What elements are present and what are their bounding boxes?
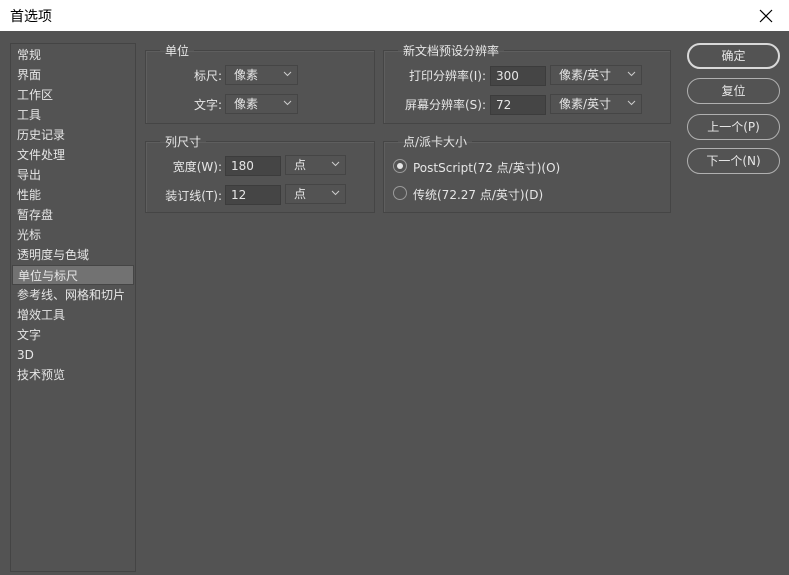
sidebar-item-general[interactable]: 常规 [12,45,134,65]
traditional-radio-label[interactable]: 传统(72.27 点/英寸)(D) [413,186,543,203]
ok-button[interactable]: 确定 [687,43,780,69]
prev-button[interactable]: 上一个(P) [687,114,780,140]
traditional-radio[interactable] [393,186,407,200]
sidebar-item-export[interactable]: 导出 [12,165,134,185]
sidebar-item-cursors[interactable]: 光标 [12,225,134,245]
sidebar-item-guides-grid[interactable]: 参考线、网格和切片 [12,285,134,305]
sidebar-item-file-handling[interactable]: 文件处理 [12,145,134,165]
column-width-unit-select[interactable]: 点 [285,155,346,175]
close-button[interactable] [743,0,789,31]
sidebar-item-scratch-disks[interactable]: 暂存盘 [12,205,134,225]
chevron-down-icon [627,71,636,77]
print-resolution-input[interactable]: 300 [490,66,546,86]
sidebar-item-history[interactable]: 历史记录 [12,125,134,145]
chevron-down-icon [283,100,292,106]
sidebar-item-tools[interactable]: 工具 [12,105,134,125]
type-unit-select[interactable]: 像素 [225,94,298,114]
type-unit-value: 像素 [234,97,259,111]
type-label: 文字: [193,98,222,112]
reset-button[interactable]: 复位 [687,78,780,104]
point-pica-legend: 点/派卡大小 [403,135,468,149]
chevron-down-icon [283,71,292,77]
ruler-unit-value: 像素 [234,68,259,82]
window-title: 首选项 [10,9,52,25]
ruler-label: 标尺: [193,69,222,83]
print-resolution-label: 打印分辨率(I): [409,69,486,83]
screen-resolution-unit-select[interactable]: 像素/英寸 [550,94,642,114]
gutter-input[interactable]: 12 [225,185,281,205]
sidebar-item-transparency[interactable]: 透明度与色域 [12,245,134,265]
sidebar-item-3d[interactable]: 3D [12,345,134,365]
sidebar: 常规 界面 工作区 工具 历史记录 文件处理 导出 性能 暂存盘 光标 透明度与… [10,43,136,572]
sidebar-item-units-rulers[interactable]: 单位与标尺 [12,265,134,285]
close-icon [759,9,773,22]
units-legend: 单位 [165,44,190,58]
title-bar: 首选项 [0,0,789,31]
postscript-radio[interactable] [393,159,407,173]
postscript-radio-label[interactable]: PostScript(72 点/英寸)(O) [413,159,560,176]
screen-resolution-unit: 像素/英寸 [559,97,612,111]
sidebar-item-workspace[interactable]: 工作区 [12,85,134,105]
sidebar-item-tech-preview[interactable]: 技术预览 [12,365,134,385]
chevron-down-icon [331,161,340,167]
ruler-unit-select[interactable]: 像素 [225,65,298,85]
sidebar-item-plugins[interactable]: 增效工具 [12,305,134,325]
sidebar-item-performance[interactable]: 性能 [12,185,134,205]
column-size-legend: 列尺寸 [165,135,202,149]
screen-resolution-input[interactable]: 72 [490,95,546,115]
gutter-unit-select[interactable]: 点 [285,184,346,204]
gutter-unit: 点 [294,187,307,201]
column-width-label: 宽度(W): [172,160,222,174]
chevron-down-icon [331,190,340,196]
print-resolution-unit-select[interactable]: 像素/英寸 [550,65,642,85]
column-width-input[interactable]: 180 [225,156,281,176]
sidebar-item-interface[interactable]: 界面 [12,65,134,85]
next-button[interactable]: 下一个(N) [687,148,780,174]
gutter-label: 装订线(T): [165,189,222,203]
print-resolution-unit: 像素/英寸 [559,68,612,82]
chevron-down-icon [627,100,636,106]
sidebar-item-type[interactable]: 文字 [12,325,134,345]
column-width-unit: 点 [294,158,307,172]
resolution-legend: 新文档预设分辨率 [403,44,500,58]
screen-resolution-label: 屏幕分辨率(S): [404,98,486,112]
